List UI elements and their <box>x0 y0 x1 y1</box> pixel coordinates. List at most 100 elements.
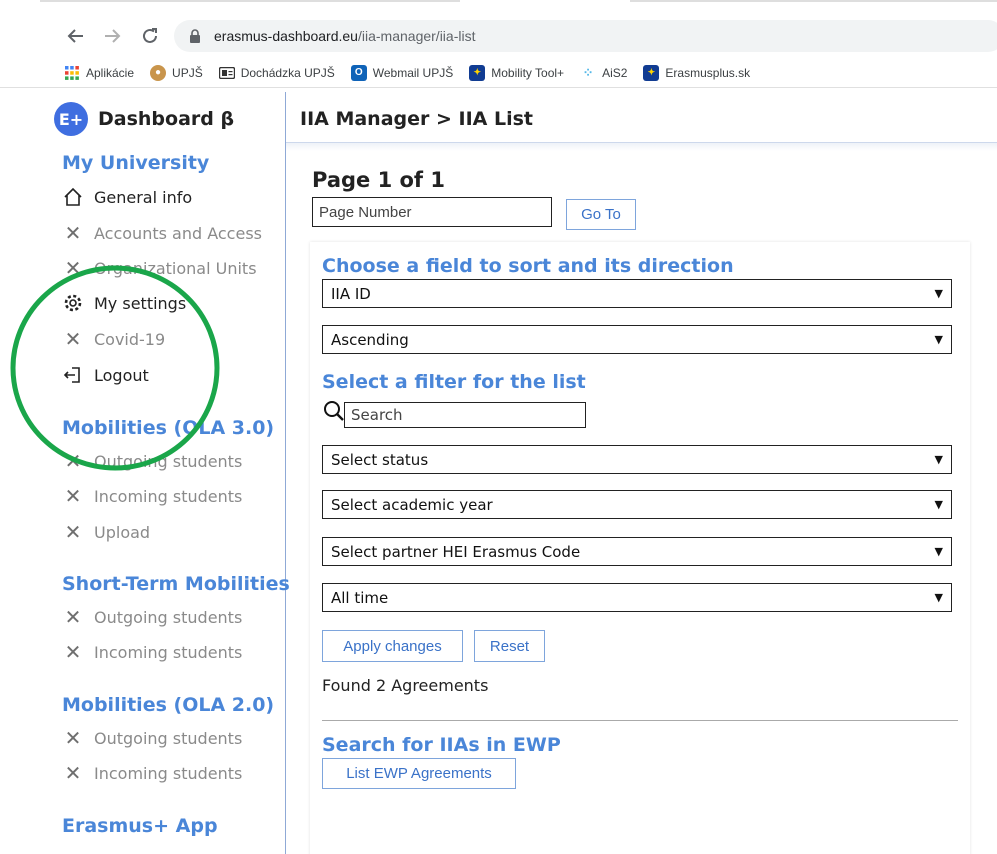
sidebar-item-ola2-outgoing[interactable]: ✕ Outgoing students <box>62 726 243 750</box>
brand-name: Dashboard β <box>98 108 235 130</box>
bookmark-label: Mobility Tool+ <box>491 65 565 80</box>
screenshot-root: erasmus-dashboard.eu/iia-manager/iia-lis… <box>0 0 997 854</box>
bookmark-erasmusplus[interactable]: ✦ Erasmusplus.sk <box>643 64 750 81</box>
bookmark-mobility-tool[interactable]: ✦ Mobility Tool+ <box>469 64 565 81</box>
sort-field-select[interactable]: IIA ID ▼ <box>322 279 952 308</box>
sidebar-item-general-info[interactable]: General info <box>62 186 192 208</box>
sidebar-divider <box>285 92 286 854</box>
x-icon: ✕ <box>64 256 82 280</box>
x-icon: ✕ <box>64 221 82 245</box>
academic-year-select[interactable]: Select academic year ▼ <box>322 490 952 519</box>
tab-edge <box>40 0 460 2</box>
sidebar-item-short-incoming[interactable]: ✕ Incoming students <box>62 641 243 663</box>
eu-flag-icon: ✦ <box>643 64 660 81</box>
sidebar-item-my-settings[interactable]: My settings <box>62 292 186 314</box>
go-to-button[interactable]: Go To <box>566 199 636 230</box>
results-count: Found 2 Agreements <box>322 676 489 695</box>
sidebar-item-ola3-outgoing[interactable]: ✕ Outgoing students <box>62 450 243 472</box>
ais2-icon: ⁘ <box>582 64 594 80</box>
sidebar-item-organizational-units[interactable]: ✕ Organizational Units <box>62 257 257 279</box>
sidebar-item-ola2-incoming[interactable]: ✕ Incoming students <box>62 761 243 785</box>
page-title: Page 1 of 1 <box>312 168 445 192</box>
select-value: Select status <box>331 450 429 469</box>
brand[interactable]: E+ Dashboard β <box>54 102 234 136</box>
page-number-input[interactable] <box>312 197 552 227</box>
eu-flag-icon: ✦ <box>469 64 486 81</box>
sidebar-item-short-outgoing[interactable]: ✕ Outgoing students <box>62 605 243 629</box>
header-shadow <box>286 143 997 151</box>
sidebar-item-ola3-upload[interactable]: ✕ Upload <box>62 521 150 543</box>
select-value: All time <box>331 588 389 607</box>
app-area: E+ Dashboard β IIA Manager > IIA List My… <box>0 92 997 854</box>
sidebar-item-covid[interactable]: ✕ Covid-19 <box>62 328 166 350</box>
select-value: IIA ID <box>331 284 371 303</box>
chevron-down-icon: ▼ <box>934 498 943 511</box>
url-text: erasmus-dashboard.eu/iia-manager/iia-lis… <box>214 28 475 44</box>
chevron-down-icon: ▼ <box>934 545 943 558</box>
chevron-down-icon: ▼ <box>934 453 943 466</box>
list-ewp-agreements-button[interactable]: List EWP Agreements <box>322 758 516 789</box>
sidebar-item-label: Outgoing students <box>94 451 243 471</box>
x-icon: ✕ <box>64 605 82 629</box>
section-mobilities-ola3: Mobilities (OLA 3.0) <box>62 417 275 439</box>
sort-direction-select[interactable]: Ascending ▼ <box>322 325 952 354</box>
select-value: Ascending <box>331 330 409 349</box>
address-bar[interactable]: erasmus-dashboard.eu/iia-manager/iia-lis… <box>174 20 997 52</box>
bookmark-ais2[interactable]: ⁘ AiS2 <box>580 64 628 81</box>
sidebar-item-label: Covid-19 <box>94 329 166 349</box>
sidebar-item-label: Accounts and Access <box>94 223 262 243</box>
bookmark-webmail[interactable]: O Webmail UPJŠ <box>350 64 454 81</box>
search-group <box>322 394 586 428</box>
logout-icon <box>62 364 84 386</box>
status-select[interactable]: Select status ▼ <box>322 445 952 474</box>
x-icon: ✕ <box>64 761 82 785</box>
chevron-down-icon: ▼ <box>934 591 943 604</box>
chevron-down-icon: ▼ <box>934 287 943 300</box>
section-erasmus-app: Erasmus+ App <box>62 815 218 837</box>
reset-button[interactable]: Reset <box>474 630 545 662</box>
bookmark-label: Aplikácie <box>86 65 135 80</box>
bookmark-label: AiS2 <box>602 65 628 80</box>
erasmus-logo-icon: E+ <box>54 102 88 136</box>
url-path: /iia-manager/iia-list <box>357 28 476 44</box>
tab-strip <box>0 0 997 14</box>
search-input[interactable] <box>344 402 586 428</box>
time-range-select[interactable]: All time ▼ <box>322 583 952 612</box>
sidebar-item-label: General info <box>94 187 193 207</box>
bookmark-label: UPJŠ <box>172 65 203 80</box>
ewp-heading: Search for IIAs in EWP <box>322 734 561 756</box>
address-row: erasmus-dashboard.eu/iia-manager/iia-lis… <box>0 14 997 58</box>
apply-changes-button[interactable]: Apply changes <box>322 630 463 662</box>
bookmark-apps[interactable]: Aplikácie <box>64 65 134 81</box>
attendance-card-icon <box>218 65 235 81</box>
apps-grid-icon <box>64 65 80 81</box>
sidebar-item-label: Outgoing students <box>94 607 243 627</box>
partner-hei-select[interactable]: Select partner HEI Erasmus Code ▼ <box>322 537 952 566</box>
sidebar-item-ola3-incoming[interactable]: ✕ Incoming students <box>62 484 243 508</box>
select-value: Select partner HEI Erasmus Code <box>331 542 581 561</box>
section-my-university: My University <box>62 152 210 174</box>
sidebar-item-label: Logout <box>94 365 149 385</box>
forward-icon[interactable] <box>98 22 126 50</box>
sort-heading: Choose a field to sort and its direction <box>322 255 734 277</box>
bookmark-label: Webmail UPJŠ <box>372 65 454 80</box>
bookmark-dochadzka[interactable]: Dochádzka UPJŠ <box>218 65 335 81</box>
sidebar-item-accounts-access[interactable]: ✕ Accounts and Access <box>62 222 262 244</box>
sidebar-item-label: Organizational Units <box>94 258 257 278</box>
sidebar-item-label: Incoming students <box>94 763 243 783</box>
back-icon[interactable] <box>62 22 90 50</box>
reload-icon[interactable] <box>136 22 164 50</box>
card-divider <box>322 720 958 721</box>
sidebar-item-logout[interactable]: Logout <box>62 364 149 386</box>
section-short-term: Short-Term Mobilities <box>62 573 290 595</box>
url-host: erasmus-dashboard.eu <box>214 28 358 44</box>
section-mobilities-ola2: Mobilities (OLA 2.0) <box>62 694 275 716</box>
search-icon <box>324 401 344 421</box>
bookmarks-bar: Aplikácie ● UPJŠ Dochádzka UPJŠ O Webmai… <box>0 58 997 88</box>
x-icon: ✕ <box>64 726 82 750</box>
outlook-icon: O <box>350 64 367 81</box>
sidebar-item-label: Outgoing students <box>94 728 243 748</box>
lock-icon <box>190 29 200 43</box>
x-icon: ✕ <box>64 484 82 508</box>
bookmark-upjs[interactable]: ● UPJŠ <box>150 64 203 81</box>
